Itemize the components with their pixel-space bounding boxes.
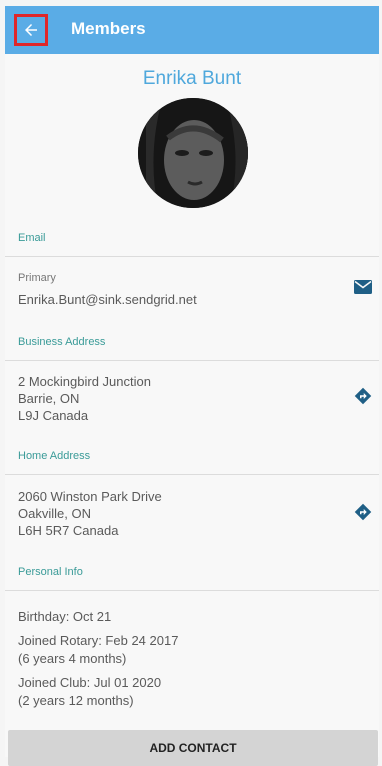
email-section-header: Email: [5, 220, 379, 257]
business-address-line3: L9J Canada: [18, 408, 89, 423]
home-address-section-label: Home Address: [18, 450, 91, 462]
avatar: [138, 98, 248, 208]
home-address-line2: Oakville, ON: [18, 506, 91, 521]
joined-rotary: Joined Rotary: Feb 24 2017: [18, 633, 179, 648]
arrow-left-icon: [25, 24, 37, 36]
add-contact-button[interactable]: ADD CONTACT: [8, 730, 378, 766]
business-address-section-header: Business Address: [5, 324, 379, 361]
joined-club-duration: (2 years 12 months): [18, 693, 134, 708]
business-address-line1: 2 Mockingbird Junction: [18, 374, 151, 389]
joined-rotary-duration: (6 years 4 months): [18, 651, 127, 666]
joined-club: Joined Club: Jul 01 2020: [18, 675, 162, 690]
email-type-label: Primary: [18, 272, 56, 284]
birthday: Birthday: Oct 21: [18, 609, 112, 624]
email-section-label: Email: [18, 232, 46, 244]
personal-info-section-label: Personal Info: [18, 566, 83, 578]
business-address-section-label: Business Address: [18, 336, 106, 348]
member-name: Enrika Bunt: [142, 68, 242, 89]
directions-icon[interactable]: [354, 387, 372, 405]
business-address-line2: Barrie, ON: [18, 391, 80, 406]
app-bar: Members: [5, 6, 379, 54]
personal-info-section-header: Personal Info: [5, 554, 379, 591]
member-detail: Enrika Bunt Email Primary Enrika.Bunt@si…: [5, 54, 379, 766]
envelope-icon[interactable]: [354, 280, 372, 294]
directions-icon[interactable]: [354, 503, 372, 521]
page-title: Members: [71, 19, 146, 38]
email-address[interactable]: Enrika.Bunt@sink.sendgrid.net: [18, 291, 197, 308]
home-address-line1: 2060 Winston Park Drive: [18, 489, 162, 504]
home-address-line3: L6H 5R7 Canada: [18, 523, 119, 538]
home-address-section-header: Home Address: [5, 438, 379, 475]
back-button[interactable]: [14, 14, 48, 46]
